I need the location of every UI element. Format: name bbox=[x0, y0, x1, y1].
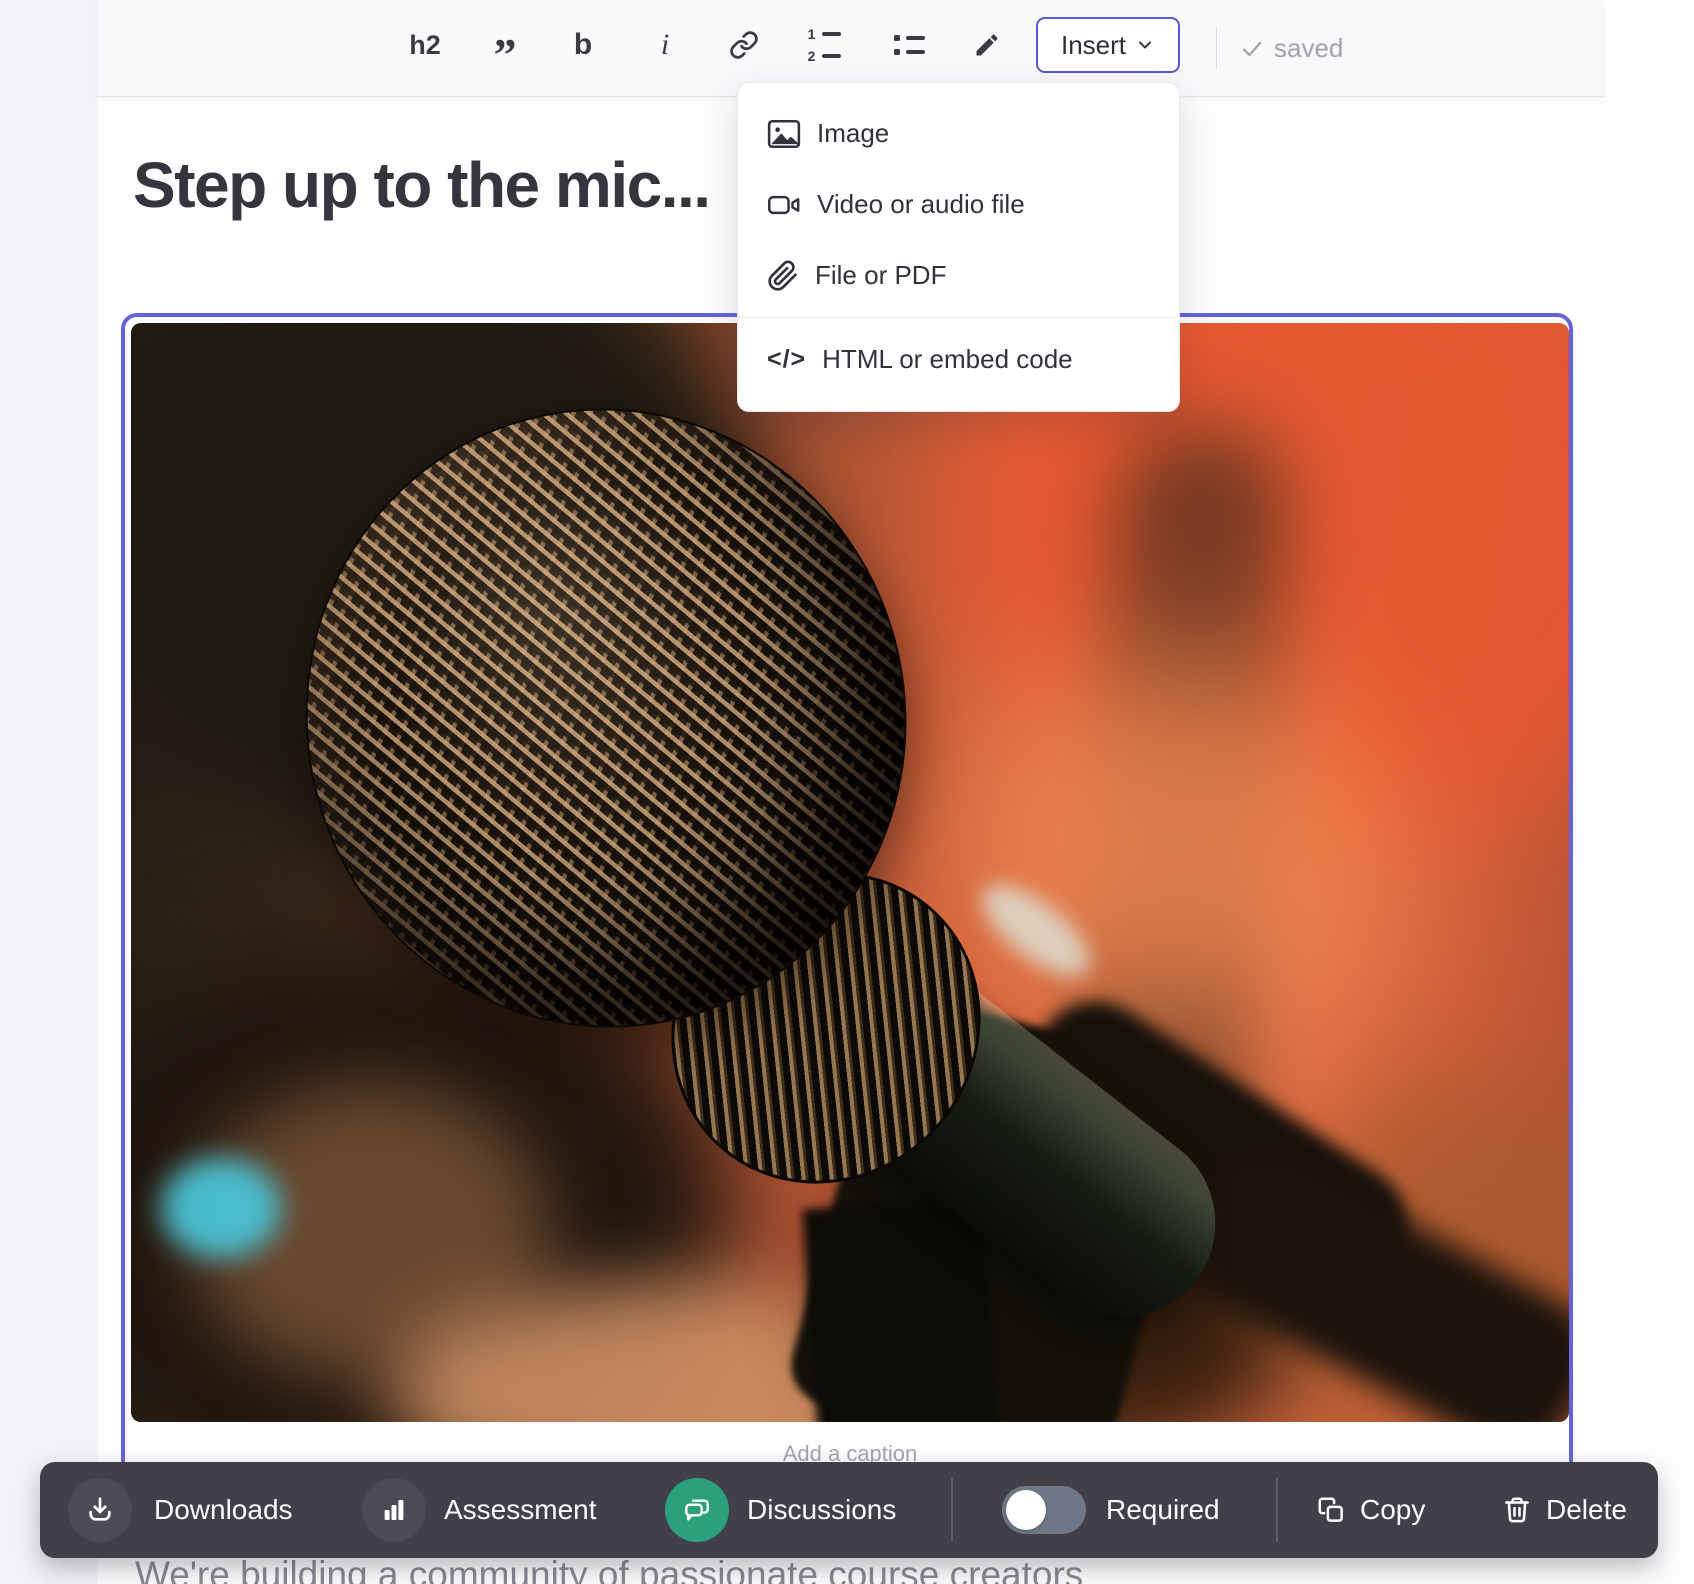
chevron-down-icon bbox=[1135, 35, 1155, 55]
required-label-wrap: Required bbox=[1106, 1462, 1220, 1558]
copy-icon bbox=[1316, 1495, 1346, 1525]
pencil-icon bbox=[973, 31, 1001, 59]
menu-item-html-embed[interactable]: </> HTML or embed code bbox=[738, 324, 1179, 395]
insert-button[interactable]: Insert bbox=[1036, 17, 1180, 73]
assessment-label: Assessment bbox=[444, 1494, 597, 1526]
page-title[interactable]: Step up to the mic... bbox=[133, 148, 710, 222]
ordered-list-icon: 1 2 bbox=[807, 27, 841, 63]
discussions-button[interactable] bbox=[665, 1478, 729, 1542]
downloads-button[interactable] bbox=[68, 1478, 132, 1542]
bullet-list-button[interactable] bbox=[885, 21, 933, 69]
menu-item-label: Video or audio file bbox=[817, 189, 1025, 220]
bold-button[interactable]: b bbox=[559, 21, 607, 69]
page-left-margin bbox=[0, 0, 98, 1584]
lesson-image[interactable] bbox=[131, 323, 1569, 1422]
action-bar-divider bbox=[1276, 1478, 1278, 1542]
photo-teal-highlight bbox=[161, 1158, 281, 1258]
toolbar-divider bbox=[1216, 26, 1217, 70]
editor-page: h2 ” b i 1 2 bbox=[0, 0, 1694, 1584]
bar-chart-icon bbox=[379, 1495, 409, 1525]
paperclip-icon bbox=[767, 260, 799, 292]
discussions-label: Discussions bbox=[747, 1494, 896, 1526]
save-status-label: saved bbox=[1274, 33, 1343, 64]
downloads-label-wrap[interactable]: Downloads bbox=[154, 1462, 293, 1558]
menu-item-file-or-pdf[interactable]: File or PDF bbox=[738, 240, 1179, 311]
insert-button-label: Insert bbox=[1061, 30, 1126, 61]
save-status: saved bbox=[1240, 0, 1343, 97]
heading2-button[interactable]: h2 bbox=[401, 21, 449, 69]
discussions-label-wrap[interactable]: Discussions bbox=[747, 1462, 896, 1558]
delete-button[interactable]: Delete bbox=[1502, 1462, 1627, 1558]
menu-item-label: File or PDF bbox=[815, 260, 946, 291]
mic-stand-post bbox=[802, 1197, 1000, 1422]
ordered-list-button[interactable]: 1 2 bbox=[800, 21, 848, 69]
quote-icon: ” bbox=[494, 32, 517, 78]
blockquote-button[interactable]: ” bbox=[481, 21, 529, 69]
action-bar-divider bbox=[951, 1478, 953, 1542]
menu-item-video-or-audio[interactable]: Video or audio file bbox=[738, 169, 1179, 240]
check-icon bbox=[1240, 37, 1264, 61]
chat-bubbles-icon bbox=[681, 1494, 713, 1526]
download-icon bbox=[84, 1494, 116, 1526]
downloads-label: Downloads bbox=[154, 1494, 293, 1526]
photo-orange-glow bbox=[961, 653, 1381, 1033]
menu-item-image[interactable]: Image bbox=[738, 98, 1179, 169]
assessment-label-wrap[interactable]: Assessment bbox=[444, 1462, 597, 1558]
copy-label: Copy bbox=[1360, 1494, 1425, 1526]
italic-button[interactable]: i bbox=[641, 21, 689, 69]
menu-item-label: HTML or embed code bbox=[822, 344, 1072, 375]
menu-item-label: Image bbox=[817, 118, 889, 149]
required-toggle[interactable] bbox=[1002, 1486, 1086, 1534]
trash-icon bbox=[1502, 1495, 1532, 1525]
required-label: Required bbox=[1106, 1494, 1220, 1526]
image-icon bbox=[767, 119, 801, 149]
menu-divider bbox=[738, 317, 1179, 318]
link-button[interactable] bbox=[720, 21, 768, 69]
lesson-action-bar: Downloads Assessment bbox=[40, 1462, 1658, 1558]
toggle-knob bbox=[1006, 1490, 1046, 1530]
video-icon bbox=[767, 192, 801, 218]
delete-label: Delete bbox=[1546, 1494, 1627, 1526]
insert-menu: Image Video or audio file File or PDF </… bbox=[737, 82, 1180, 412]
highlight-button[interactable] bbox=[963, 21, 1011, 69]
bullet-list-icon bbox=[894, 35, 925, 55]
code-icon: </> bbox=[767, 345, 806, 374]
link-icon bbox=[729, 30, 759, 60]
assessment-button[interactable] bbox=[362, 1478, 426, 1542]
copy-button[interactable]: Copy bbox=[1316, 1462, 1425, 1558]
